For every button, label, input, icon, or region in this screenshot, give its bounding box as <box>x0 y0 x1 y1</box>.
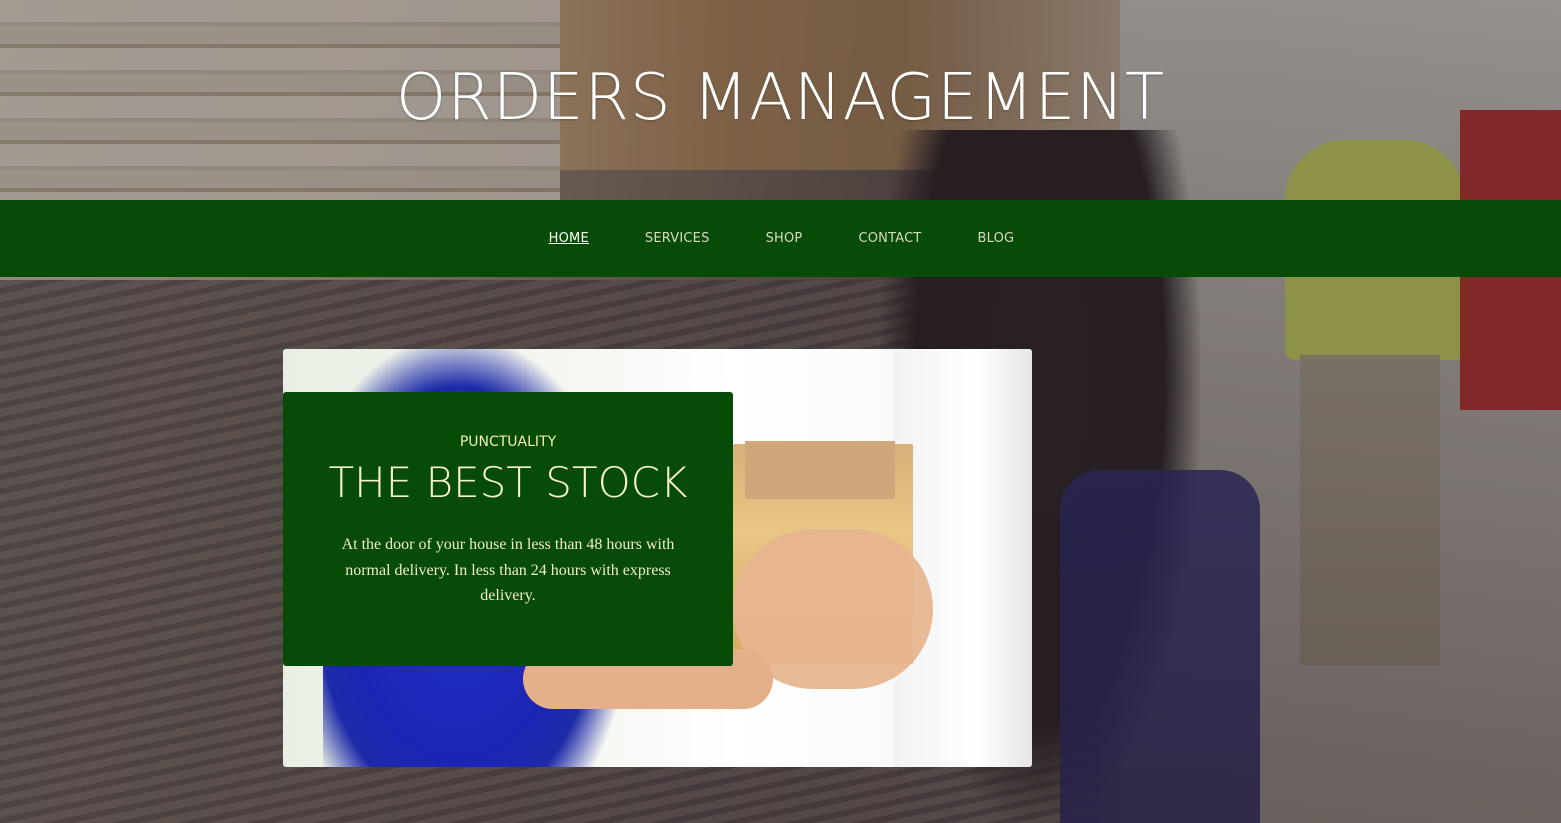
nav-item-contact[interactable]: CONTACT <box>858 231 921 246</box>
nav-item-home[interactable]: HOME <box>549 231 589 246</box>
nav-item-services[interactable]: SERVICES <box>645 231 710 246</box>
promo-kicker: PUNCTUALITY <box>459 434 557 450</box>
main-navbar: HOME SERVICES SHOP CONTACT BLOG <box>0 200 1561 277</box>
promo-title: THE BEST STOCK <box>328 458 688 507</box>
nav-list: HOME SERVICES SHOP CONTACT BLOG <box>0 200 1561 277</box>
promo-text: At the door of your house in less than 4… <box>341 536 675 604</box>
nav-item-shop[interactable]: SHOP <box>766 231 803 246</box>
nav-item-blog[interactable]: BLOG <box>978 231 1015 246</box>
site-title: ORDERS MANAGEMENT <box>395 61 1166 135</box>
hero-image-small-box <box>745 441 895 499</box>
promo-box: PUNCTUALITY THE BEST STOCK At the door o… <box>283 392 733 666</box>
